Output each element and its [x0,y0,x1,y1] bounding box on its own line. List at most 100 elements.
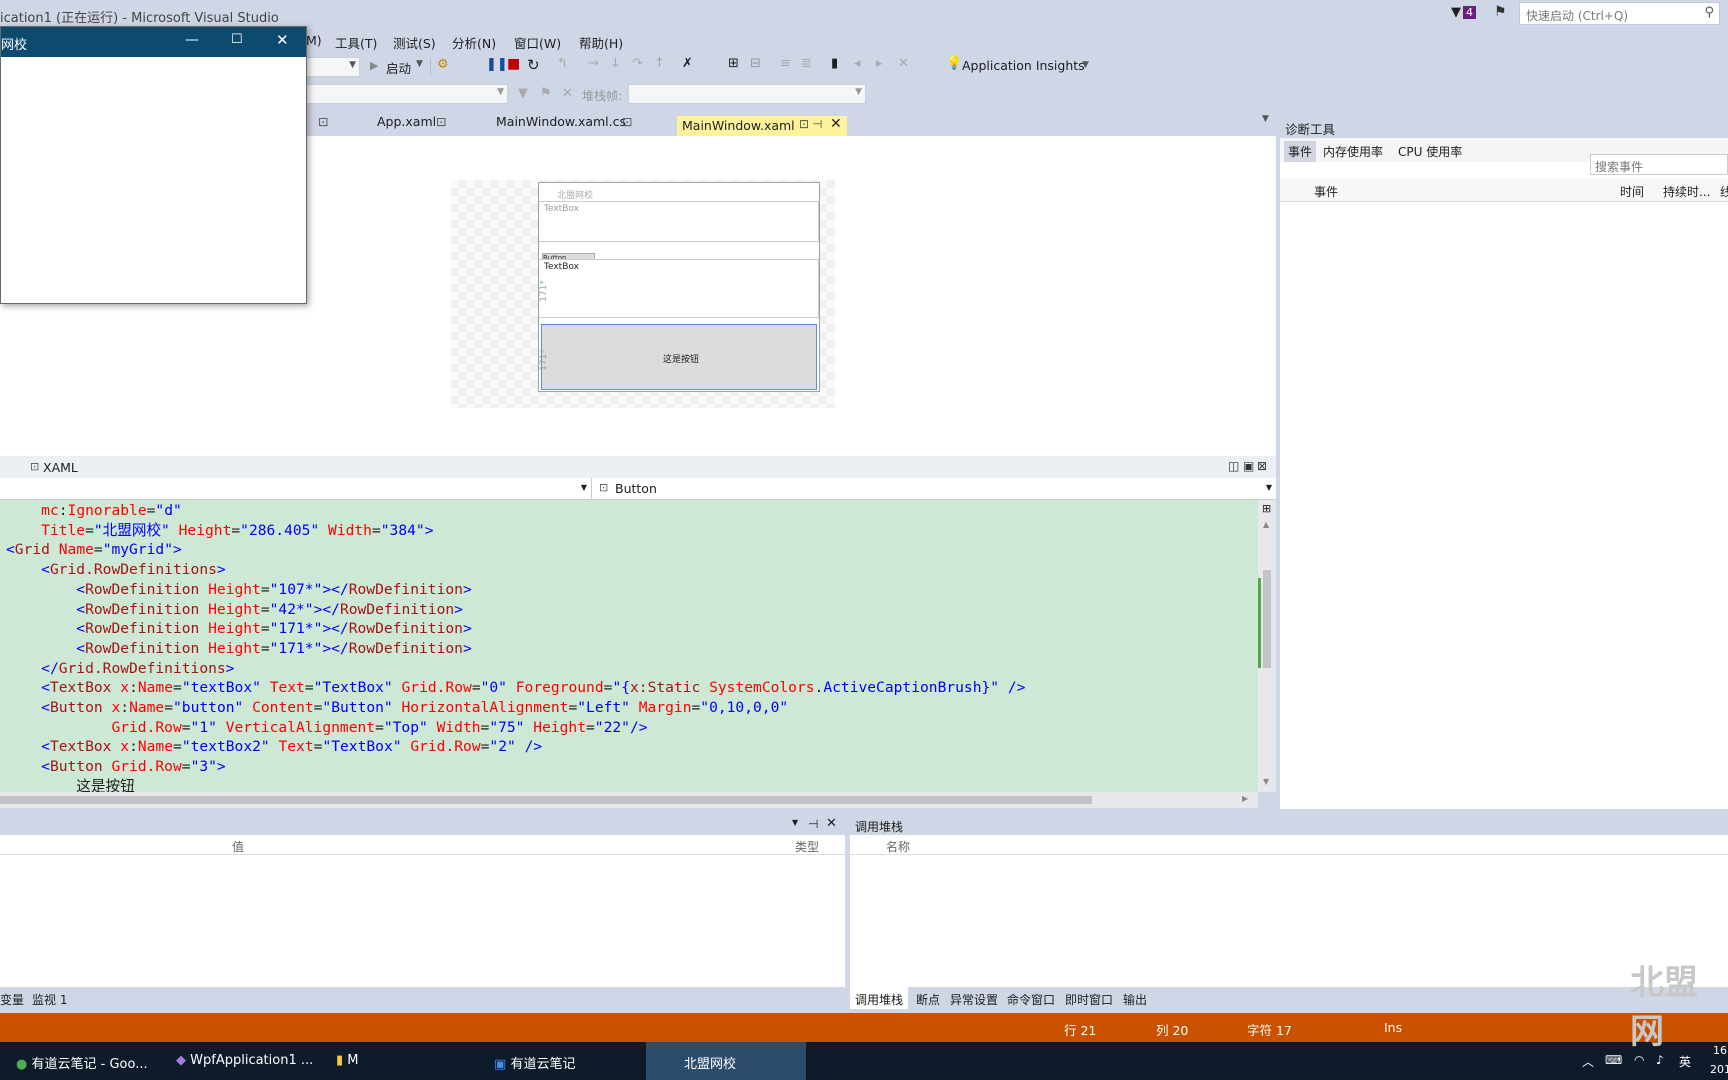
tab-call-stack[interactable]: 调用堆栈 [850,987,909,1009]
column-time[interactable]: 时间 [1620,183,1644,200]
pin-icon[interactable]: ⊡ [318,114,328,129]
split-editor-icon[interactable]: ⊞ [1262,502,1271,515]
search-events-input[interactable]: 搜索事件 [1590,154,1728,175]
clear-bookmarks-icon[interactable]: ✕ [898,56,909,71]
platform-combo[interactable]: ▼ [300,57,360,77]
menu-item-help[interactable]: 帮助(H) [579,33,623,52]
code-editor[interactable]: mc:Ignorable="d" Title="北盟网校" Height="28… [0,500,1258,792]
step-out-icon[interactable]: ↷ [632,56,643,71]
tray-chevron-icon[interactable]: ︿ [1582,1053,1594,1070]
column-duration[interactable]: 持续时... [1663,183,1710,200]
design-window[interactable]: 北盟网校 TextBox Button TextBox 这是按钮 171* 17… [538,182,820,392]
pause-icon[interactable]: ❚❚ [486,57,508,72]
pin-icon[interactable]: ⊡ [799,117,809,131]
chevron-down-icon[interactable]: ▼ [792,818,798,827]
scroll-down-icon[interactable]: ▼ [1263,777,1269,786]
tab-xaml[interactable]: XAML [43,460,78,475]
wifi-icon[interactable]: ◠ [1634,1053,1644,1067]
taskbar-item-app[interactable]: 北盟网校 [646,1042,806,1080]
hscroll-thumb[interactable] [0,796,1092,804]
tab-locals[interactable]: 变量 [0,991,24,1008]
filter-icon[interactable]: ▼ [518,86,528,101]
scroll-right-icon[interactable]: ▶ [1242,794,1248,803]
tab-mainwindow-xaml-cs[interactable]: MainWindow.xaml.cs [496,114,626,129]
tab-memory-usage[interactable]: 内存使用率 [1323,143,1383,160]
code-vertical-scrollbar[interactable]: ⊞ ▲ ▼ [1258,500,1276,792]
minimize-icon[interactable]: — [185,32,199,48]
diagram2-icon[interactable]: ⊟ [750,56,761,71]
pin-icon[interactable]: ⊡ [622,114,632,129]
step-back-icon[interactable]: ↑ [654,56,665,71]
menu-item-test[interactable]: 测试(S) [393,33,436,52]
indent-icon[interactable]: ≡ [780,56,791,71]
split-horizontal-icon[interactable]: ▣ [1243,459,1254,473]
menu-item-window[interactable]: 窗口(W) [514,33,561,52]
restart-icon[interactable]: ↻ [527,56,540,74]
column-type[interactable]: 类型 [795,838,819,855]
volume-icon[interactable]: ♪ [1656,1053,1664,1067]
column-thread[interactable]: 线 [1720,183,1728,200]
tab-cpu-usage[interactable]: CPU 使用率 [1398,143,1462,160]
menu-item-analyze[interactable]: 分析(N) [452,33,496,52]
taskbar-item-visual-studio[interactable]: ◆ WpfApplication1 ... [174,1042,326,1080]
tray-app-icon[interactable]: ⌨ [1605,1053,1622,1067]
tab-mainwindow-xaml[interactable]: MainWindow.xaml ⊡ ⊣ ✕ [677,116,847,136]
stack-frame-combo[interactable]: ▼ [628,84,866,104]
running-app-window[interactable]: 网校 — ☐ ✕ [0,26,307,304]
tab-command-window[interactable]: 命令窗口 [1007,991,1055,1008]
menu-item-m[interactable]: M) [306,33,322,48]
tab-events[interactable]: 事件 [1284,141,1317,162]
feedback-icon[interactable]: ⚑ [1494,4,1507,20]
close-icon[interactable]: ✕ [276,31,289,49]
taskbar-item-chrome[interactable]: ● 有道云笔记 - Goo... [0,1042,168,1080]
nav-right-combo[interactable]: ⊡ Button ▼ [594,478,1276,499]
tab-immediate-window[interactable]: 即时窗口 [1065,991,1113,1008]
step-over-icon[interactable]: ↓ [610,56,621,71]
clear-icon[interactable]: ✕ [562,86,573,101]
thread-combo[interactable]: ▼ [300,84,508,104]
tab-overflow-chevron-icon[interactable]: ▼ [1262,114,1269,124]
next-bookmark-icon[interactable]: ▸ [876,56,883,71]
show-next-statement-icon[interactable]: ↰ [557,56,568,71]
nav-left-combo[interactable]: ▼ [0,478,592,499]
design-textbox-1[interactable]: TextBox [539,201,819,242]
quick-launch-input[interactable]: 快速启动 (Ctrl+Q) ⚲ [1519,2,1720,25]
tab-app-xaml[interactable]: App.xaml [377,114,436,129]
taskbar-item-explorer[interactable]: ▮ M [336,1042,486,1080]
diagram-icon[interactable]: ⊞ [728,56,739,71]
bookmark-icon[interactable]: ▮ [831,56,838,71]
collapse-pane-icon[interactable]: ⊠ [1257,459,1267,473]
column-value[interactable]: 值 [232,838,244,855]
tab-watch-1[interactable]: 监视 1 [32,991,67,1008]
scroll-thumb[interactable] [1263,570,1271,668]
column-name[interactable]: 名称 [886,838,910,855]
close-icon[interactable]: ✕ [830,116,842,132]
outdent-icon[interactable]: ≣ [801,56,812,71]
menu-item-tools[interactable]: 工具(T) [335,33,377,52]
browser-link-icon[interactable]: ⚙ [437,57,449,72]
close-icon[interactable]: ✕ [826,816,837,831]
tab-output[interactable]: 输出 [1123,991,1147,1008]
prev-bookmark-icon[interactable]: ◂ [854,56,861,71]
exception-icon[interactable]: ✗ [682,56,693,71]
design-big-button[interactable]: 这是按钮 [541,324,817,390]
pin-icon[interactable]: ⊡ [436,114,446,129]
start-button[interactable]: 启动 [386,58,411,77]
application-insights-button[interactable]: Application Insights [962,58,1085,73]
design-textbox-2[interactable]: TextBox [539,259,819,318]
pin-tab-icon[interactable]: ⊣ [812,117,822,131]
split-vertical-icon[interactable]: ◫ [1228,459,1239,473]
stop-icon[interactable]: ■ [507,56,520,72]
maximize-icon[interactable]: ☐ [231,32,243,47]
pin-icon[interactable]: ⊣ [808,817,818,831]
scroll-up-icon[interactable]: ▲ [1263,520,1269,529]
tab-exception-settings[interactable]: 异常设置 [950,991,998,1008]
taskbar-item-youdao[interactable]: ▣ 有道云笔记 [494,1042,644,1080]
tab-breakpoints[interactable]: 断点 [916,991,940,1008]
notifications-button[interactable]: ▼ 4 [1451,5,1476,20]
step-into-icon[interactable]: → [588,56,599,71]
chevron-down-icon[interactable]: ▼ [416,59,423,69]
flag-icon[interactable]: ⚑ [540,86,552,101]
column-event[interactable]: 事件 [1314,183,1338,200]
code-horizontal-scrollbar[interactable]: ▶ [0,792,1258,808]
